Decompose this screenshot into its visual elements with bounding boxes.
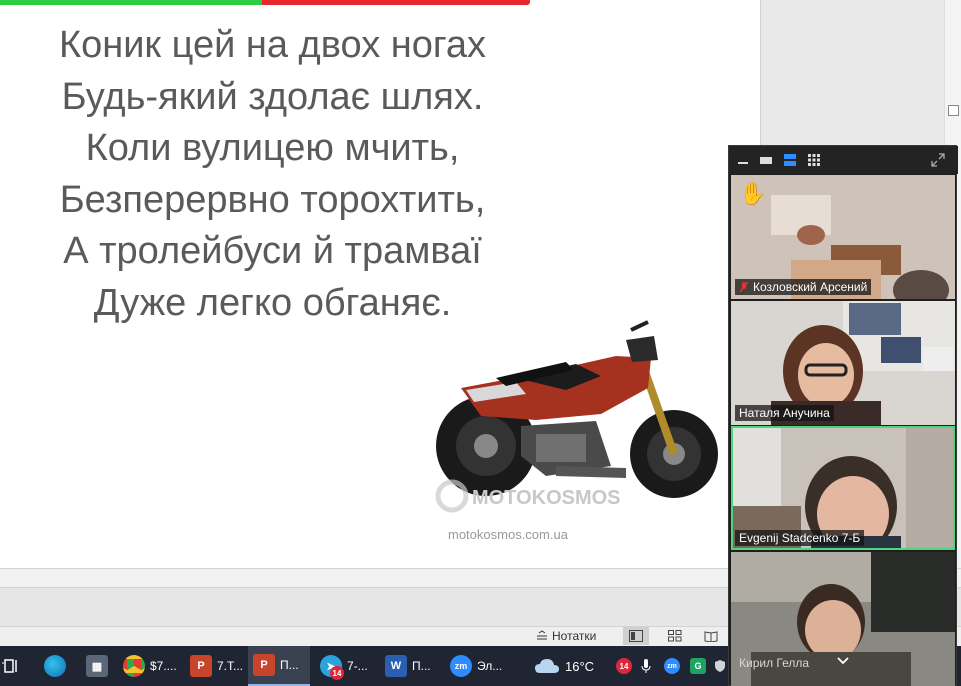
taskbar-telegram[interactable]: ➤ 7-... (318, 646, 378, 686)
weather-temp: 16°C (565, 658, 595, 674)
microphone-tray[interactable] (641, 646, 657, 686)
watermark-logo: MOTOKOSMOS (472, 487, 621, 509)
microphone-icon (641, 659, 651, 673)
task-view-button[interactable] (2, 646, 26, 686)
normal-view-icon (629, 630, 643, 642)
task-view-icon (2, 659, 17, 673)
participant-name-tag: Evgenij Stadcenko 7-Б (735, 530, 865, 546)
poem-line: Безперервно торохтить, (59, 178, 486, 221)
reading-view-button[interactable] (698, 627, 724, 645)
chrome-label: $7.... (150, 659, 177, 673)
taskbar-edge[interactable] (44, 646, 70, 686)
participant-name-tag: Наталя Анучина (735, 405, 834, 421)
scroll-thumb[interactable] (948, 105, 959, 116)
powerpoint-icon: P (253, 654, 275, 676)
book-icon (704, 631, 718, 642)
slide-canvas: Коник цей на двох ногах Будь-який здолає… (0, 0, 760, 568)
calculator-icon: ▦ (86, 655, 108, 677)
participant-name: Наталя Анучина (739, 406, 830, 420)
shield-icon (715, 660, 725, 672)
zoom-toolbar (729, 146, 958, 174)
minimize-icon[interactable] (737, 154, 749, 166)
screen: Коник цей на двох ногах Будь-який здолає… (0, 0, 961, 686)
taskbar-powerpoint-2[interactable]: P П... (248, 646, 310, 686)
notes-icon (537, 630, 547, 640)
taskbar-word[interactable]: W П... (383, 646, 441, 686)
video-tile[interactable]: ✋ Козловский Арсений (731, 175, 955, 299)
chrome-icon (123, 655, 145, 677)
tray-shield[interactable] (714, 646, 728, 686)
tray-green-app[interactable]: G (690, 646, 710, 686)
raised-hand-icon: ✋ (739, 181, 767, 206)
slide-sorter-button[interactable] (662, 627, 688, 645)
taskbar-zoom[interactable]: zm Эл... (448, 646, 508, 686)
zoom-tray[interactable]: zm (664, 646, 684, 686)
poem-line: Коник цей на двох ногах (58, 24, 487, 66)
powerpoint-icon: P (190, 655, 212, 677)
video-tile-active-speaker[interactable]: Evgenij Stadcenko 7-Б (731, 426, 955, 550)
tray-app-icon[interactable]: 14 (616, 646, 636, 686)
poem-line: А тролейбуси й трамваї (63, 230, 482, 272)
taskbar-chrome[interactable]: $7.... (121, 646, 179, 686)
slide-top-bar-red (262, 0, 530, 5)
motorcycle-image[interactable]: MOTOKOSMOS (426, 316, 726, 550)
edge-icon (44, 655, 66, 677)
participant-name-tag: Козловский Арсений (735, 279, 872, 295)
green-app-icon: G (690, 658, 706, 674)
muted-microphone-icon (739, 281, 749, 293)
chevron-down-icon[interactable] (836, 654, 850, 668)
tray-notification-icon: 14 (616, 658, 632, 674)
watermark-url: motokosmos.com.ua (448, 527, 568, 542)
single-video-icon[interactable] (759, 154, 773, 166)
cloud-icon (535, 659, 559, 673)
weather-widget[interactable]: 16°C (532, 646, 602, 686)
word-label: П... (412, 659, 431, 673)
word-icon: W (385, 655, 407, 677)
participant-name: Evgenij Stadcenko 7-Б (739, 531, 861, 545)
powerpoint-1-label: 7.Т... (217, 659, 244, 673)
taskbar-powerpoint-1[interactable]: P 7.Т... (187, 646, 245, 686)
grid-view-icon[interactable] (807, 153, 821, 167)
speaker-view-icon[interactable] (783, 153, 797, 167)
slide-top-bar-green (0, 0, 262, 5)
participant-name-tag: Кирил Гелла (735, 655, 813, 671)
poem-line: Будь-який здолає шлях. (61, 75, 484, 118)
telegram-badge: 14 (330, 666, 344, 680)
powerpoint-2-label: П... (280, 658, 299, 672)
zoom-tray-icon: zm (664, 658, 680, 674)
slide-sorter-icon (668, 630, 682, 642)
participant-name: Козловский Арсений (753, 280, 868, 294)
participant-name: Кирил Гелла (739, 656, 810, 670)
expand-icon[interactable] (931, 153, 945, 167)
video-tile[interactable]: Наталя Анучина (731, 301, 955, 425)
poem-line: Коли вулицею мчить, (85, 127, 460, 169)
zoom-gallery-panel[interactable]: ✋ Козловский Арсений Наталя Анучина Evge… (728, 145, 958, 686)
telegram-label: 7-... (347, 659, 368, 673)
zoom-icon: zm (450, 655, 472, 677)
taskbar-calculator[interactable]: ▦ (86, 646, 110, 686)
poem-text[interactable]: Коник цей на двох ногах Будь-який здолає… (20, 20, 525, 329)
notes-label: Нотатки (552, 629, 597, 643)
notes-button[interactable]: Нотатки (536, 627, 596, 645)
zoom-label: Эл... (477, 659, 503, 673)
normal-view-button[interactable] (623, 627, 649, 645)
